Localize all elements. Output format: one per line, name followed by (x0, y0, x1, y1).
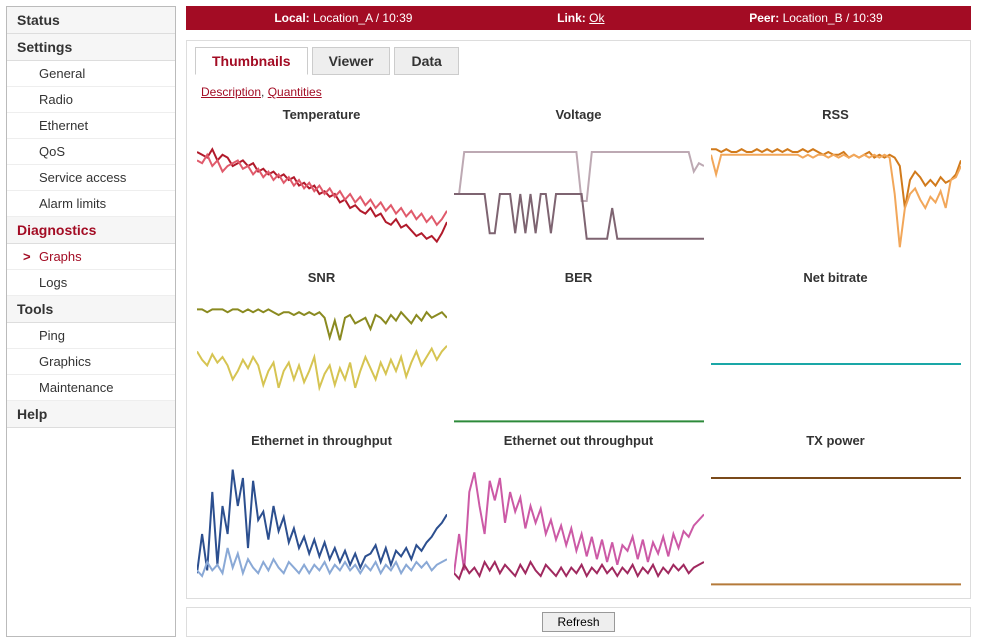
chart-ber[interactable]: BER (452, 266, 705, 427)
tab-thumbnails[interactable]: Thumbnails (195, 47, 308, 75)
nav-item-maintenance[interactable]: Maintenance (7, 375, 175, 401)
sublinks: Description, Quantities (201, 85, 962, 99)
chart-title: Ethernet out throughput (452, 429, 705, 450)
content-panel: ThumbnailsViewerData Description, Quanti… (186, 40, 971, 599)
status-bar: Local: Location_A / 10:39 Link: Ok Peer:… (186, 6, 971, 30)
chart-title: Net bitrate (709, 266, 962, 287)
status-link-value[interactable]: Ok (589, 11, 604, 25)
tabs: ThumbnailsViewerData (195, 47, 962, 75)
status-link: Link: Ok (557, 11, 604, 25)
link-description[interactable]: Description (201, 85, 261, 99)
refresh-bar: Refresh (186, 607, 971, 637)
link-quantities[interactable]: Quantities (268, 85, 322, 99)
chart-title: Temperature (195, 103, 448, 124)
status-local: Local: Location_A / 10:39 (274, 11, 412, 25)
chart-title: SNR (195, 266, 448, 287)
chart-voltage[interactable]: Voltage (452, 103, 705, 264)
status-peer: Peer: Location_B / 10:39 (749, 11, 882, 25)
nav-item-radio[interactable]: Radio (7, 87, 175, 113)
chart-title: RSS (709, 103, 962, 124)
chart-snr[interactable]: SNR (195, 266, 448, 427)
chart-ethernet-in-throughput[interactable]: Ethernet in throughput (195, 429, 448, 590)
chart-title: Ethernet in throughput (195, 429, 448, 450)
chart-grid: TemperatureVoltageRSS SNRBERNet bitrate Et… (195, 103, 962, 590)
chart-ethernet-out-throughput[interactable]: Ethernet out throughput (452, 429, 705, 590)
chart-title: Voltage (452, 103, 705, 124)
nav-item-graphics[interactable]: Graphics (7, 349, 175, 375)
chart-title: BER (452, 266, 705, 287)
nav-item-qos[interactable]: QoS (7, 139, 175, 165)
nav-section-tools[interactable]: Tools (7, 296, 175, 323)
nav-item-logs[interactable]: Logs (7, 270, 175, 296)
sidebar-nav: StatusSettingsGeneralRadioEthernetQoSSer… (6, 6, 176, 637)
nav-item-general[interactable]: General (7, 61, 175, 87)
tab-data[interactable]: Data (394, 47, 458, 75)
nav-item-alarm-limits[interactable]: Alarm limits (7, 191, 175, 217)
chart-title: TX power (709, 429, 962, 450)
nav-section-diagnostics[interactable]: Diagnostics (7, 217, 175, 244)
nav-item-service-access[interactable]: Service access (7, 165, 175, 191)
tab-viewer[interactable]: Viewer (312, 47, 391, 75)
nav-section-status[interactable]: Status (7, 7, 175, 34)
chart-temperature[interactable]: Temperature (195, 103, 448, 264)
nav-section-settings[interactable]: Settings (7, 34, 175, 61)
nav-item-ethernet[interactable]: Ethernet (7, 113, 175, 139)
nav-section-help[interactable]: Help (7, 401, 175, 428)
chart-rss[interactable]: RSS (709, 103, 962, 264)
chart-net-bitrate[interactable]: Net bitrate (709, 266, 962, 427)
nav-item-ping[interactable]: Ping (7, 323, 175, 349)
nav-item-graphs[interactable]: Graphs (7, 244, 175, 270)
refresh-button[interactable]: Refresh (542, 612, 614, 632)
chart-tx-power[interactable]: TX power (709, 429, 962, 590)
